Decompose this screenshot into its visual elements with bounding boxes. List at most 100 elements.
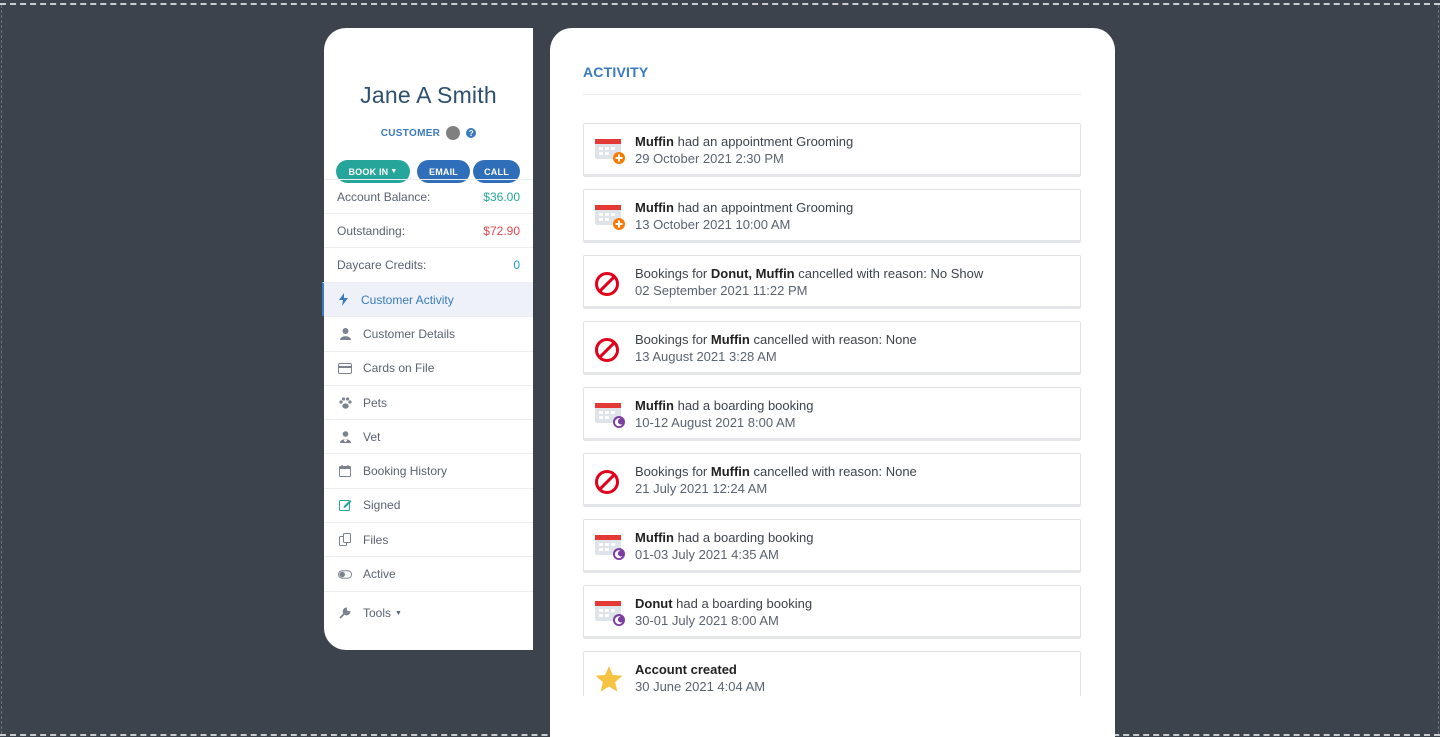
caret-down-icon: ▼ [395, 609, 402, 617]
email-label: EMAIL [429, 166, 458, 177]
activity-date: 30 June 2021 4:04 AM [635, 679, 766, 694]
nav-item-signed[interactable]: Signed [324, 487, 533, 522]
nav-label: Vet [363, 429, 381, 444]
activity-subject: Muffin [635, 200, 674, 215]
appointment-calendar-icon [594, 136, 626, 166]
activity-description: Muffin had a boarding booking [635, 398, 814, 413]
nav-label: Customer Details [363, 326, 456, 341]
activity-text: Muffin had a boarding booking 01-03 July … [635, 529, 814, 563]
help-icon[interactable]: ? [466, 128, 477, 138]
activity-suffix: had a boarding booking [672, 596, 813, 611]
cancelled-icon [594, 466, 626, 496]
book-in-label: BOOK IN [348, 166, 389, 177]
status-indicator [446, 126, 461, 140]
nav-label: Pets [363, 395, 388, 410]
activity-item: Bookings for Muffin cancelled with reaso… [583, 321, 1081, 375]
activity-prefix: Bookings for [635, 266, 711, 281]
activity-suffix: cancelled with reason: None [749, 464, 917, 479]
boarding-calendar-icon [594, 400, 626, 430]
customer-name: Jane A Smith [360, 82, 497, 108]
activity-item: Bookings for Donut, Muffin cancelled wit… [583, 255, 1081, 309]
credit-card-icon [338, 362, 352, 374]
activity-description: Muffin had a boarding booking [635, 530, 814, 545]
nav-item-files[interactable]: Files [324, 522, 533, 556]
stat-account-balance: Account Balance: $36.00 [324, 179, 533, 213]
stat-outstanding: Outstanding: $72.90 [324, 213, 533, 247]
activity-feed[interactable]: Muffin had an appointment Grooming 29 Oct… [583, 123, 1081, 696]
boarding-calendar-icon [594, 598, 626, 628]
nav-label: Active [363, 567, 396, 582]
stat-value: 0 [513, 257, 520, 272]
activity-text: Donut had a boarding booking 30-01 July 2… [635, 595, 812, 629]
activity-title: ACTIVITY [583, 64, 649, 80]
activity-subject: Donut [635, 596, 673, 611]
activity-suffix: had a boarding booking [673, 398, 814, 413]
star-icon [594, 664, 626, 694]
activity-text: Muffin had a boarding booking 10-12 Augus… [635, 397, 814, 431]
activity-description: Muffin had an appointment Grooming [635, 200, 853, 215]
activity-description: Bookings for Donut, Muffin cancelled wit… [635, 266, 983, 281]
vet-icon [338, 431, 352, 443]
activity-description: Bookings for Muffin cancelled with reaso… [635, 332, 917, 347]
stat-value: $72.90 [483, 223, 520, 238]
edit-icon [338, 499, 352, 512]
files-icon [338, 533, 352, 547]
activity-suffix: cancelled with reason: None [749, 332, 917, 347]
nav-item-cards-on-file[interactable]: Cards on File [324, 350, 533, 385]
activity-item: Bookings for Muffin cancelled with reaso… [583, 453, 1081, 507]
stat-daycare-credits: Daycare Credits: 0 [324, 247, 533, 281]
activity-suffix: cancelled with reason: No Show [794, 266, 984, 281]
divider [583, 94, 1081, 95]
activity-description: Bookings for Muffin cancelled with reaso… [635, 464, 917, 479]
account-stats: Account Balance: $36.00 Outstanding: $72… [324, 179, 533, 281]
caret-down-icon: ▼ [390, 168, 398, 175]
frame-left-border [1, 5, 2, 734]
activity-item: Account created 30 June 2021 4:04 AM [583, 651, 1081, 696]
user-icon [338, 327, 352, 340]
activity-suffix: had an appointment Grooming [673, 200, 854, 215]
nav-item-pets[interactable]: Pets [324, 384, 533, 419]
nav-item-tools[interactable]: Tools ▼ [324, 590, 533, 635]
call-label: CALL [484, 166, 509, 177]
activity-suffix: had a boarding booking [673, 530, 814, 545]
activity-date: 10-12 August 2021 8:00 AM [635, 415, 796, 430]
calendar-icon [338, 465, 352, 478]
nav-item-customer-details[interactable]: Customer Details [324, 316, 533, 350]
activity-panel: ACTIVITY Muffin had an appointment Groom… [550, 28, 1115, 737]
boarding-calendar-icon [594, 532, 626, 562]
stat-value: $36.00 [483, 189, 520, 204]
activity-item: Donut had a boarding booking 30-01 July 2… [583, 585, 1081, 639]
activity-subject: Muffin [635, 398, 674, 413]
activity-text: Muffin had an appointment Grooming 29 Oct… [635, 133, 853, 167]
stat-label: Outstanding: [337, 223, 406, 238]
customer-role-row: CUSTOMER ? [324, 126, 533, 140]
activity-description: Donut had a boarding booking [635, 596, 812, 611]
nav-item-booking-history[interactable]: Booking History [324, 453, 533, 487]
stat-label: Daycare Credits: [337, 257, 427, 272]
cancelled-icon [594, 268, 626, 298]
paw-icon [338, 396, 352, 409]
activity-subject: Muffin [710, 332, 750, 347]
wrench-icon [338, 607, 352, 619]
nav-label: Customer Activity [361, 292, 454, 307]
activity-subject: Muffin [635, 134, 674, 149]
nav-item-active[interactable]: Active [324, 556, 533, 590]
activity-date: 21 July 2021 12:24 AM [635, 481, 768, 496]
activity-date: 13 August 2021 3:28 AM [635, 349, 777, 364]
activity-subject: Account created [635, 662, 737, 677]
nav-label: Signed [363, 498, 401, 513]
nav-label: Tools [363, 606, 392, 621]
activity-text: Muffin had an appointment Grooming 13 Oct… [635, 199, 853, 233]
nav-item-customer-activity[interactable]: Customer Activity [322, 282, 533, 317]
activity-item: Muffin had a boarding booking 10-12 Augus… [583, 387, 1081, 441]
stat-label: Account Balance: [337, 189, 431, 204]
activity-text: Bookings for Muffin cancelled with reaso… [635, 463, 917, 497]
activity-text: Account created 30 June 2021 4:04 AM [635, 661, 765, 695]
cancelled-icon [594, 334, 626, 364]
activity-description: Account created [635, 662, 737, 677]
activity-description: Muffin had an appointment Grooming [635, 134, 853, 149]
activity-item: Muffin had an appointment Grooming 13 Oct… [583, 189, 1081, 243]
nav-item-vet[interactable]: Vet [324, 419, 533, 453]
activity-prefix: Bookings for [635, 332, 711, 347]
customer-profile-panel: Jane A Smith CUSTOMER ? BOOK IN ▼ EMAIL … [322, 28, 533, 650]
